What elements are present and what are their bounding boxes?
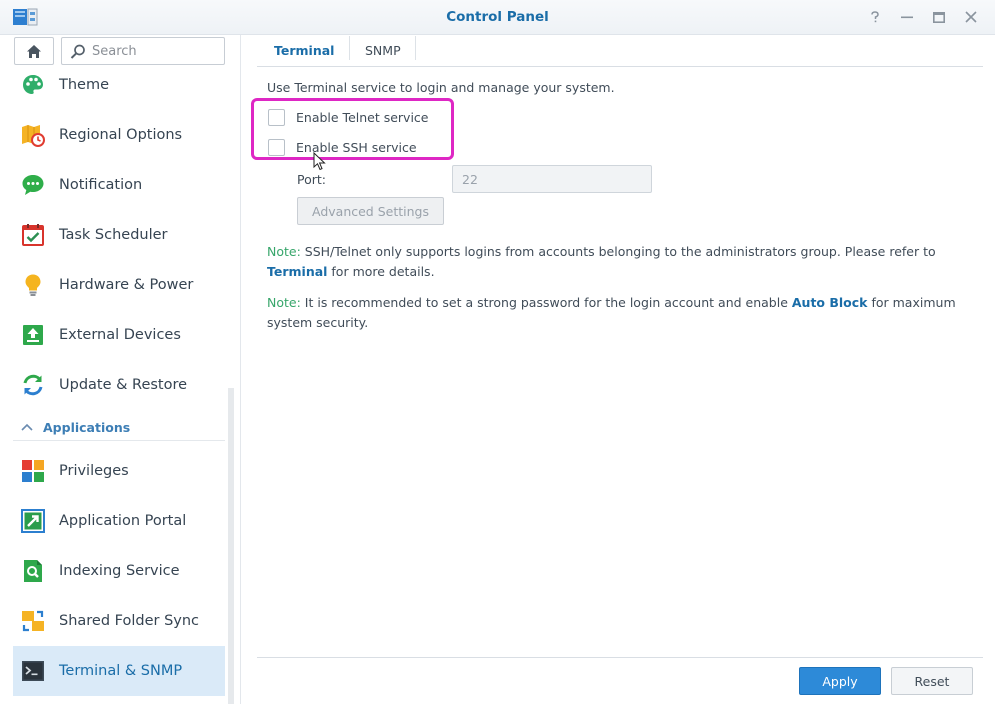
highlight-annotation-box — [251, 98, 454, 160]
footer-divider — [257, 657, 983, 658]
search-input[interactable] — [90, 41, 219, 61]
task-scheduler-icon — [22, 224, 44, 246]
theme-palette-icon — [23, 75, 43, 94]
window-title: Control Panel — [446, 9, 549, 25]
sidebar-item-label: Task Scheduler — [59, 227, 168, 243]
sidebar-item-task-scheduler[interactable]: Task Scheduler — [13, 210, 225, 260]
sidebar-item-terminal-snmp[interactable]: Terminal & SNMP — [13, 646, 225, 696]
note-suffix: for more details. — [327, 264, 435, 279]
tab-divider — [415, 36, 416, 60]
minimize-icon[interactable] — [898, 8, 916, 26]
section-header-applications[interactable]: Applications — [13, 414, 225, 441]
sidebar-item-update-restore[interactable]: Update & Restore — [13, 360, 225, 410]
sidebar-item-label: Hardware & Power — [59, 277, 194, 293]
help-icon[interactable] — [866, 8, 884, 26]
sidebar-item-shared-folder-sync[interactable]: Shared Folder Sync — [13, 596, 225, 646]
regional-options-icon — [22, 125, 45, 147]
terminal-help-link[interactable]: Terminal — [267, 264, 327, 279]
sidebar-item-label: Regional Options — [59, 127, 183, 143]
lightbulb-icon — [25, 274, 41, 296]
terminal-description: Use Terminal service to login and manage… — [267, 80, 615, 95]
application-portal-icon — [21, 509, 45, 533]
search-icon — [70, 44, 85, 59]
tab-bar: Terminal SNMP — [257, 36, 983, 67]
note-text: SSH/Telnet only supports logins from acc… — [300, 244, 936, 259]
advanced-settings-button[interactable]: Advanced Settings — [297, 197, 444, 225]
note-ssh-telnet: Note: SSH/Telnet only supports logins fr… — [267, 242, 967, 282]
title-bar: Control Panel — [0, 0, 995, 35]
section-label: Applications — [43, 419, 131, 435]
reset-button[interactable]: Reset — [891, 667, 973, 695]
sidebar-item-indexing-service[interactable]: Indexing Service — [13, 546, 225, 596]
note-prefix: Note: — [267, 295, 301, 310]
note-prefix: Note: — [267, 244, 301, 259]
sidebar-item-label: Privileges — [59, 463, 129, 479]
indexing-service-icon — [24, 560, 42, 582]
notification-chat-icon — [22, 175, 44, 195]
note-password: Note: It is recommended to set a strong … — [267, 293, 967, 333]
apply-button[interactable]: Apply — [799, 667, 881, 695]
sidebar-item-label: Notification — [59, 177, 143, 193]
mouse-cursor-icon — [313, 152, 326, 171]
auto-block-link[interactable]: Auto Block — [792, 295, 868, 310]
sidebar-item-label: Indexing Service — [59, 563, 180, 579]
tab-divider — [349, 36, 350, 60]
sidebar-item-regional-options[interactable]: Regional Options — [13, 110, 225, 160]
sidebar-item-hardware-power[interactable]: Hardware & Power — [13, 260, 225, 310]
chevron-up-icon — [21, 423, 33, 431]
close-icon[interactable] — [962, 8, 980, 26]
note-text: It is recommended to set a strong passwo… — [300, 295, 792, 310]
tab-terminal[interactable]: Terminal — [274, 36, 334, 65]
port-input[interactable] — [452, 165, 652, 193]
sidebar-scrollbar[interactable] — [228, 388, 234, 704]
tab-snmp[interactable]: SNMP — [365, 36, 401, 65]
sidebar-item-theme[interactable]: Theme — [13, 60, 225, 110]
privileges-icon — [22, 460, 44, 482]
sidebar-item-label: Application Portal — [59, 513, 187, 529]
sidebar-item-label: External Devices — [59, 327, 181, 343]
maximize-icon[interactable] — [930, 8, 948, 26]
shared-folder-sync-icon — [22, 610, 44, 632]
port-label: Port: — [297, 172, 326, 187]
sidebar-item-notification[interactable]: Notification — [13, 160, 225, 210]
sidebar-item-label: Update & Restore — [59, 377, 188, 393]
update-restore-icon — [23, 374, 43, 396]
sidebar-item-label: Terminal & SNMP — [59, 663, 183, 679]
sidebar-item-external-devices[interactable]: External Devices — [13, 310, 225, 360]
external-devices-icon — [23, 325, 43, 345]
sidebar-item-label: Theme — [59, 77, 110, 93]
terminal-icon — [22, 661, 44, 681]
sidebar-item-privileges[interactable]: Privileges — [13, 446, 225, 496]
sidebar-item-application-portal[interactable]: Application Portal — [13, 496, 225, 546]
sidebar-item-label: Shared Folder Sync — [59, 613, 200, 629]
sidebar: Theme Regional Options Notification Task… — [0, 35, 241, 704]
home-icon — [27, 44, 41, 58]
